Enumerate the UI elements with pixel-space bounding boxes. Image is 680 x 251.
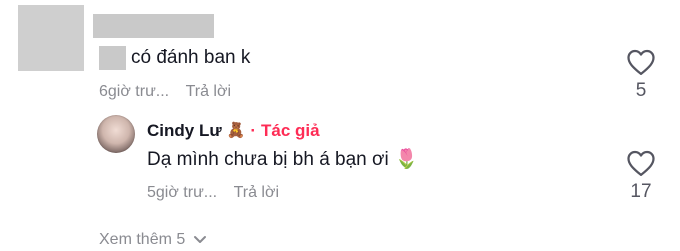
comment-meta: 6giờ trư... Trả lời <box>99 82 231 102</box>
separator-dot: · <box>250 121 256 140</box>
tulip-emoji: 🌷 <box>394 149 419 170</box>
view-more-label: Xem thêm 5 <box>99 231 186 248</box>
mention-redacted[interactable] <box>99 46 126 70</box>
reply-meta: 5giờ trư... Trả lời <box>147 183 279 203</box>
comment-text: có đánh ban k <box>131 47 251 68</box>
like-count: 17 <box>630 181 652 202</box>
heart-icon[interactable] <box>626 149 656 177</box>
username-redacted[interactable] <box>93 14 214 38</box>
reply-button[interactable]: Trả lời <box>234 184 279 201</box>
author-name[interactable]: Cindy Lư <box>147 121 222 141</box>
reply-time: 5giờ trư... <box>147 184 218 201</box>
reply-text-line: Dạ mình chưa bị bh á bạn ơi 🌷 <box>147 148 418 172</box>
comment-like[interactable]: 5 <box>621 48 661 102</box>
reply-header: Cindy Lư 🧸 · Tác giả <box>147 121 320 141</box>
avatar-redacted[interactable] <box>18 5 84 71</box>
comment-time: 6giờ trư... <box>99 83 170 100</box>
view-more-replies[interactable]: Xem thêm 5 <box>99 230 207 250</box>
like-count: 5 <box>635 80 647 101</box>
author-avatar[interactable] <box>97 115 135 153</box>
reply-text: Dạ mình chưa bị bh á bạn ơi <box>147 149 389 170</box>
chevron-down-icon <box>194 236 207 243</box>
teddy-bear-emoji: 🧸 <box>226 122 246 139</box>
reply-button[interactable]: Trả lời <box>186 83 231 100</box>
heart-icon[interactable] <box>626 48 656 76</box>
author-badge: Tác giả <box>261 121 320 140</box>
reply-like[interactable]: 17 <box>621 149 661 203</box>
